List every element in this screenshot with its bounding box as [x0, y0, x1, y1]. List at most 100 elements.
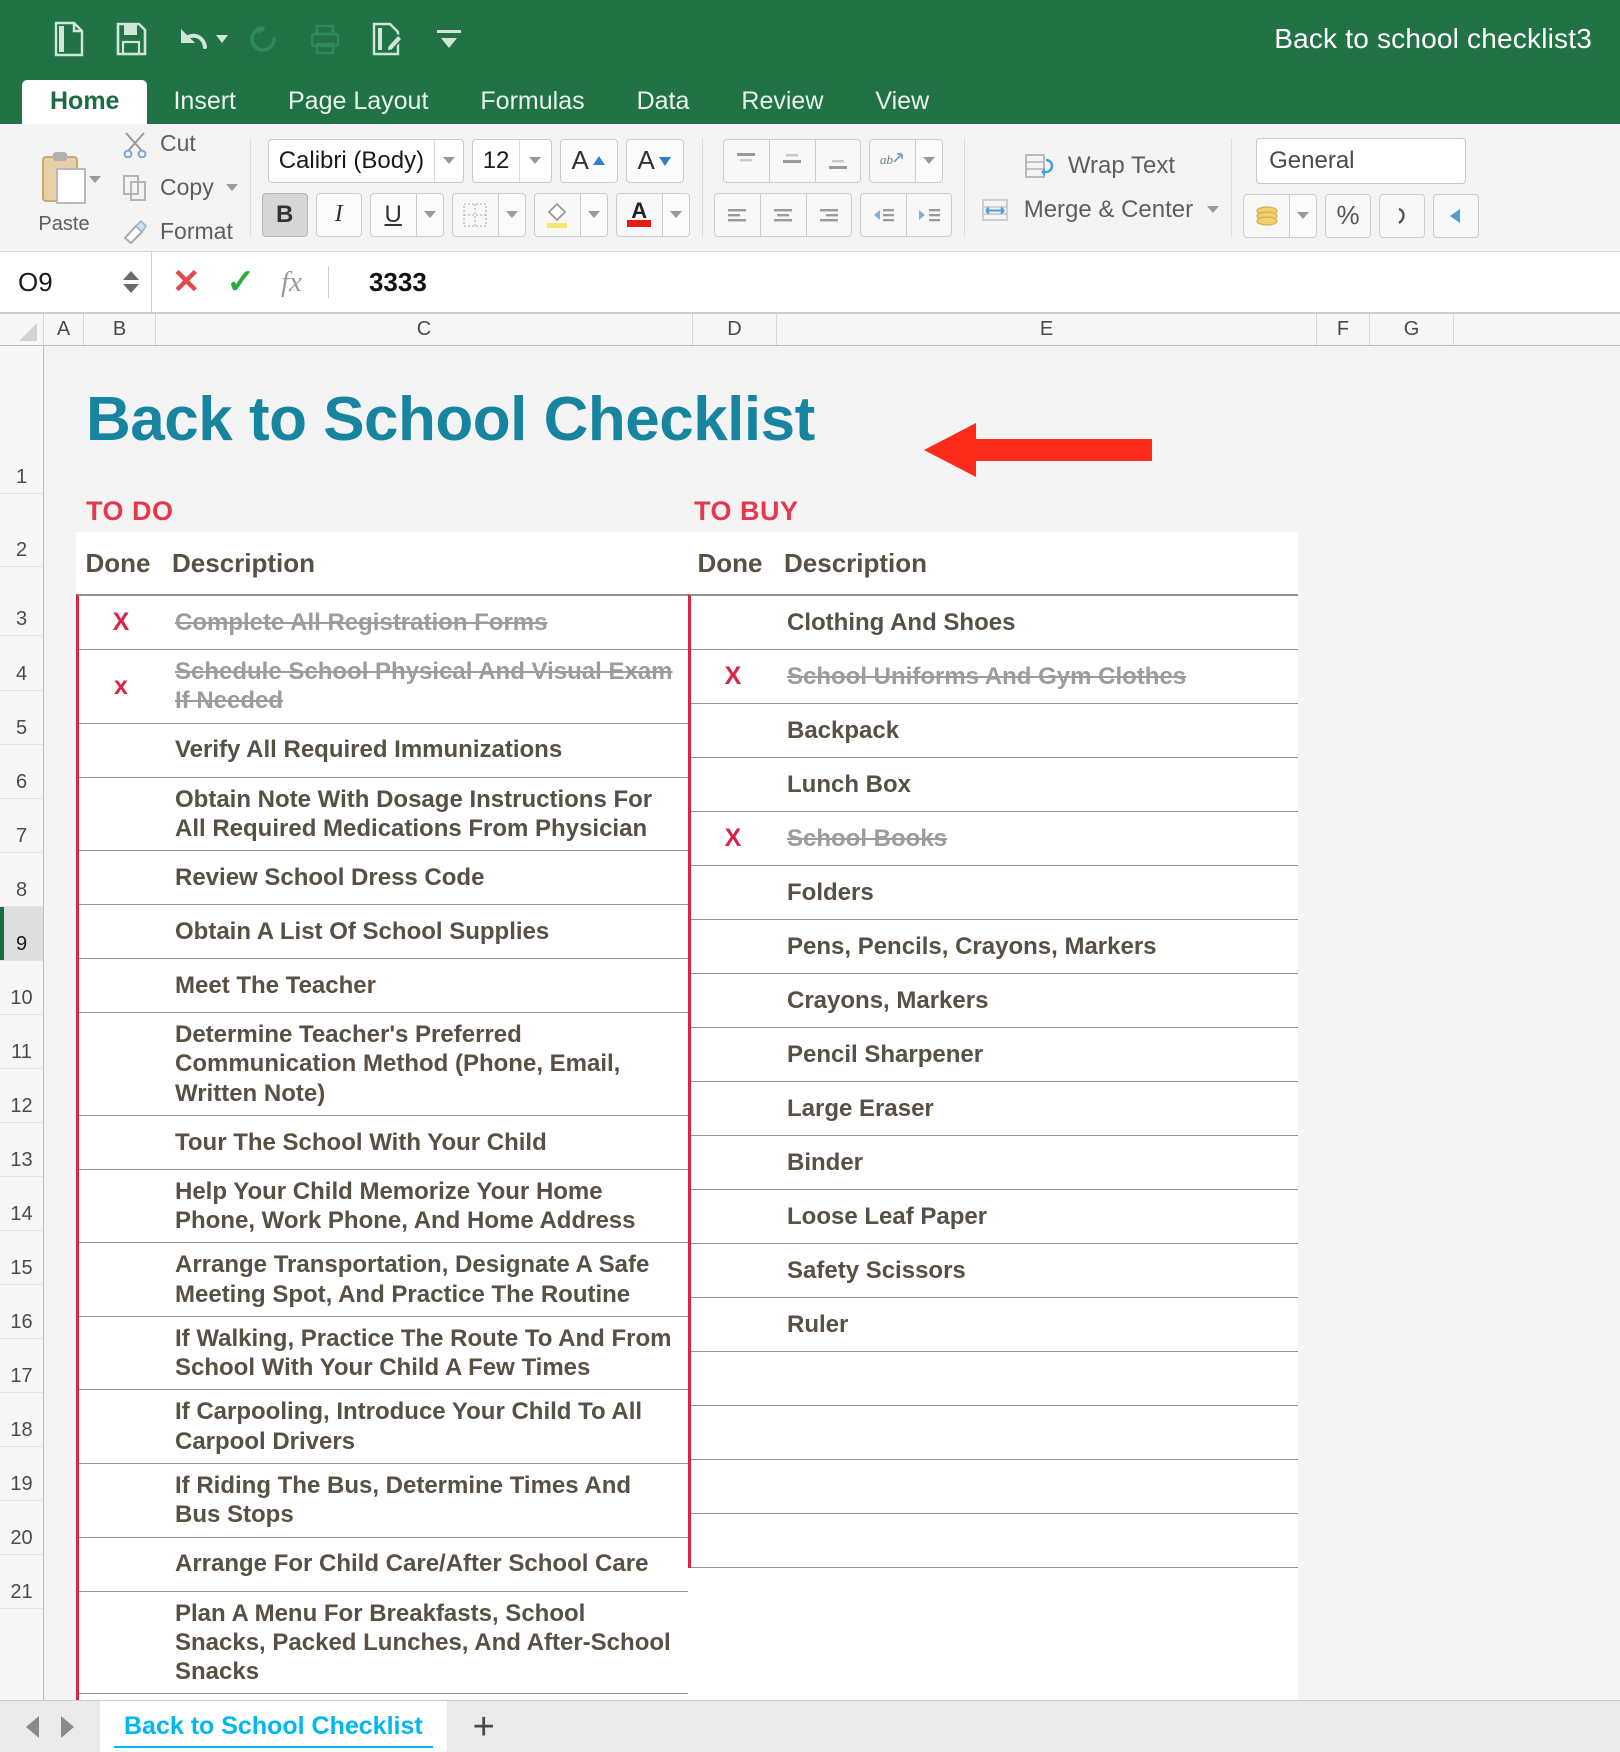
column-header-c[interactable]: C [156, 314, 693, 345]
select-all-button[interactable] [0, 314, 44, 345]
table-row[interactable]: Obtain Note With Dosage Instructions For… [79, 777, 688, 852]
description-cell[interactable]: Pencil Sharpener [775, 1033, 1298, 1076]
next-sheet-icon[interactable] [61, 1715, 74, 1738]
quick-print-edit-icon[interactable] [356, 11, 418, 67]
table-row[interactable]: Determine Homework Location And Schedule [79, 1694, 688, 1700]
row-header-11[interactable]: 11 [0, 1015, 43, 1069]
cut-button[interactable]: Cut [122, 125, 238, 163]
borders-dropdown-icon[interactable] [497, 192, 526, 237]
description-cell[interactable] [775, 1372, 1298, 1386]
font-family-select[interactable]: Calibri (Body) [267, 138, 464, 183]
description-cell[interactable]: Determine Homework Location And Schedule [163, 1694, 688, 1700]
description-cell[interactable]: School Uniforms And Gym Clothes [775, 655, 1298, 698]
description-cell[interactable]: If Carpooling, Introduce Your Child To A… [163, 1390, 688, 1463]
description-cell[interactable]: If Walking, Practice The Route To And Fr… [163, 1317, 688, 1390]
table-row[interactable]: Tour The School With Your Child [79, 1115, 688, 1170]
table-row[interactable] [691, 1352, 1298, 1406]
row-header-16[interactable]: 16 [0, 1285, 43, 1339]
column-header-e[interactable]: E [777, 314, 1317, 345]
comma-style-button[interactable] [1379, 193, 1426, 238]
table-row[interactable]: Folders [691, 866, 1298, 920]
table-row[interactable]: Binder [691, 1136, 1298, 1190]
description-cell[interactable] [775, 1534, 1298, 1548]
table-row[interactable]: Ruler [691, 1298, 1298, 1352]
row-header-21[interactable]: 21 [0, 1555, 43, 1609]
column-header-a[interactable]: A [44, 314, 84, 345]
description-cell[interactable]: Crayons, Markers [775, 979, 1298, 1022]
tab-page-layout[interactable]: Page Layout [262, 80, 454, 126]
underline-dropdown-icon[interactable] [415, 192, 444, 237]
description-cell[interactable]: Loose Leaf Paper [775, 1195, 1298, 1238]
increase-decimal-button[interactable] [1433, 193, 1480, 238]
row-header-9[interactable]: 9 [0, 907, 43, 961]
table-row[interactable]: Crayons, Markers [691, 974, 1298, 1028]
column-header-g[interactable]: G [1370, 314, 1454, 345]
align-right-button[interactable] [805, 192, 852, 237]
increase-font-size-button[interactable]: A [559, 138, 618, 183]
description-cell[interactable]: Plan A Menu For Breakfasts, School Snack… [163, 1592, 688, 1694]
description-cell[interactable]: Arrange Transportation, Designate A Safe… [163, 1243, 688, 1316]
format-painter-button[interactable]: Format [122, 213, 238, 251]
description-cell[interactable]: Help Your Child Memorize Your Home Phone… [163, 1170, 688, 1243]
description-cell[interactable]: Obtain Note With Dosage Instructions For… [163, 778, 688, 851]
table-row[interactable]: Help Your Child Memorize Your Home Phone… [79, 1169, 688, 1244]
table-row[interactable]: If Walking, Practice The Route To And Fr… [79, 1316, 688, 1391]
description-cell[interactable]: Safety Scissors [775, 1249, 1298, 1292]
fill-color-button[interactable] [533, 192, 580, 237]
table-row[interactable]: X School Books [691, 812, 1298, 866]
table-row[interactable]: Backpack [691, 704, 1298, 758]
table-row[interactable]: Pencil Sharpener [691, 1028, 1298, 1082]
table-row[interactable]: Determine Teacher's Preferred Communicat… [79, 1013, 688, 1116]
table-row[interactable]: Lunch Box [691, 758, 1298, 812]
description-cell[interactable]: Tour The School With Your Child [163, 1121, 688, 1164]
description-cell[interactable]: Pens, Pencils, Crayons, Markers [775, 925, 1298, 968]
borders-button[interactable] [451, 192, 498, 237]
currency-dropdown-icon[interactable] [1289, 193, 1318, 238]
row-header-20[interactable]: 20 [0, 1501, 43, 1555]
row-header-6[interactable]: 6 [0, 745, 43, 799]
description-cell[interactable]: Binder [775, 1141, 1298, 1184]
align-center-button[interactable] [759, 192, 806, 237]
row-header-13[interactable]: 13 [0, 1123, 43, 1177]
orientation-dropdown-icon[interactable] [914, 138, 943, 183]
table-row[interactable]: Large Eraser [691, 1082, 1298, 1136]
sheet-canvas[interactable]: Back to School Checklist TO DO TO BUY Do… [44, 346, 1620, 1700]
decrease-indent-button[interactable] [859, 192, 906, 237]
copy-button[interactable]: Copy [122, 169, 238, 207]
wrap-text-button[interactable]: Wrap Text [1024, 152, 1175, 180]
accounting-format-button[interactable] [1243, 193, 1290, 238]
redo-icon[interactable] [232, 11, 294, 67]
chevron-down-icon[interactable] [434, 139, 463, 182]
new-from-template-icon[interactable] [38, 11, 100, 67]
table-row[interactable]: Plan A Menu For Breakfasts, School Snack… [79, 1591, 688, 1695]
table-row[interactable]: Arrange Transportation, Designate A Safe… [79, 1243, 688, 1317]
table-row[interactable]: Verify All Required Immunizations [79, 723, 688, 778]
row-header-17[interactable]: 17 [0, 1339, 43, 1393]
undo-dropdown-icon[interactable] [212, 11, 232, 67]
description-cell[interactable] [775, 1480, 1298, 1494]
table-row[interactable]: Obtain A List Of School Supplies [79, 905, 688, 960]
row-header-10[interactable]: 10 [0, 961, 43, 1015]
column-header-b[interactable]: B [84, 314, 156, 345]
description-cell[interactable]: Lunch Box [775, 763, 1298, 806]
number-format-select[interactable]: General [1256, 137, 1467, 184]
table-row[interactable]: Review School Dress Code [79, 851, 688, 906]
tab-data[interactable]: Data [611, 80, 716, 126]
bold-button[interactable]: B [261, 192, 308, 237]
row-header-14[interactable]: 14 [0, 1177, 43, 1231]
description-cell[interactable]: Obtain A List Of School Supplies [163, 910, 688, 953]
formula-input[interactable]: 3333 [349, 252, 1620, 312]
insert-function-icon[interactable]: fx [281, 266, 302, 299]
row-header-15[interactable]: 15 [0, 1231, 43, 1285]
description-cell[interactable]: Folders [775, 871, 1298, 914]
align-left-button[interactable] [713, 192, 760, 237]
percent-style-button[interactable]: % [1325, 193, 1372, 238]
row-header-12[interactable]: 12 [0, 1069, 43, 1123]
font-color-button[interactable]: A [615, 192, 662, 237]
save-icon[interactable] [100, 11, 162, 67]
table-row[interactable]: If Carpooling, Introduce Your Child To A… [79, 1390, 688, 1464]
align-middle-button[interactable] [768, 138, 815, 183]
italic-button[interactable]: I [315, 192, 362, 237]
column-header-d[interactable]: D [693, 314, 777, 345]
description-cell[interactable]: Complete All Registration Forms [163, 601, 688, 644]
